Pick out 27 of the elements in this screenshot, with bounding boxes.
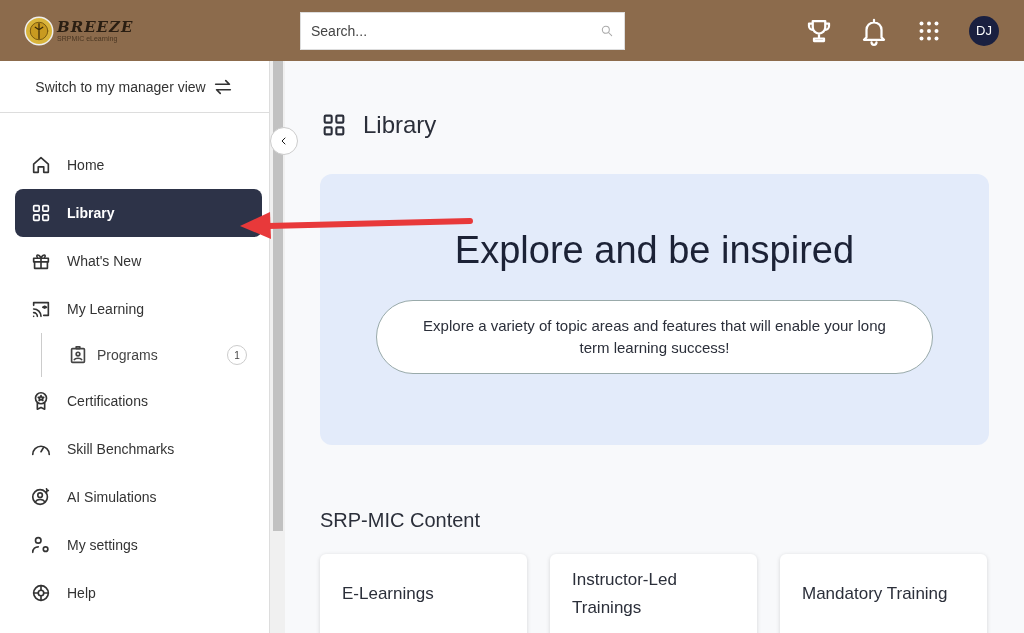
section-title: SRP-MIC Content (320, 509, 482, 532)
nav-item[interactable]: My Learning (15, 285, 262, 333)
grid-icon (30, 202, 52, 224)
nav-item[interactable]: Skill Benchmarks (15, 425, 262, 473)
logo-title: BREEZE (57, 19, 134, 35)
nav-item[interactable]: What's New (15, 237, 262, 285)
switch-view-link[interactable]: Switch to my manager view (35, 78, 206, 95)
search-icon (600, 23, 614, 38)
nav-item[interactable]: Certifications (15, 377, 262, 425)
content-card[interactable]: Instructor-Led Trainings (550, 554, 757, 633)
page-title: Library (363, 111, 437, 139)
seal-logo-icon[interactable] (24, 15, 54, 46)
hero-description: Explore a variety of topic areas and features that will enable your long term learning success! (376, 300, 933, 374)
nav-subitem[interactable]: Programs 1 (67, 333, 262, 377)
nav-item[interactable]: AI Simulations (15, 473, 262, 521)
person-sparkle-icon (30, 486, 52, 508)
search-field[interactable]: Search... (300, 11, 625, 50)
content-card[interactable]: Mandatory Training (780, 554, 987, 633)
nav-item[interactable]: My settings (15, 521, 262, 569)
nav-item[interactable]: Home (15, 141, 262, 189)
nav-item[interactable]: Help (15, 569, 262, 617)
content-card[interactable]: E-Learnings (320, 554, 527, 633)
lifebuoy-icon (30, 582, 52, 604)
nav-item[interactable]: Library (15, 189, 262, 237)
user-avatar[interactable]: DJ (969, 15, 999, 46)
hero-heading: Explore and be inspired (454, 229, 855, 272)
home-icon (30, 154, 52, 176)
